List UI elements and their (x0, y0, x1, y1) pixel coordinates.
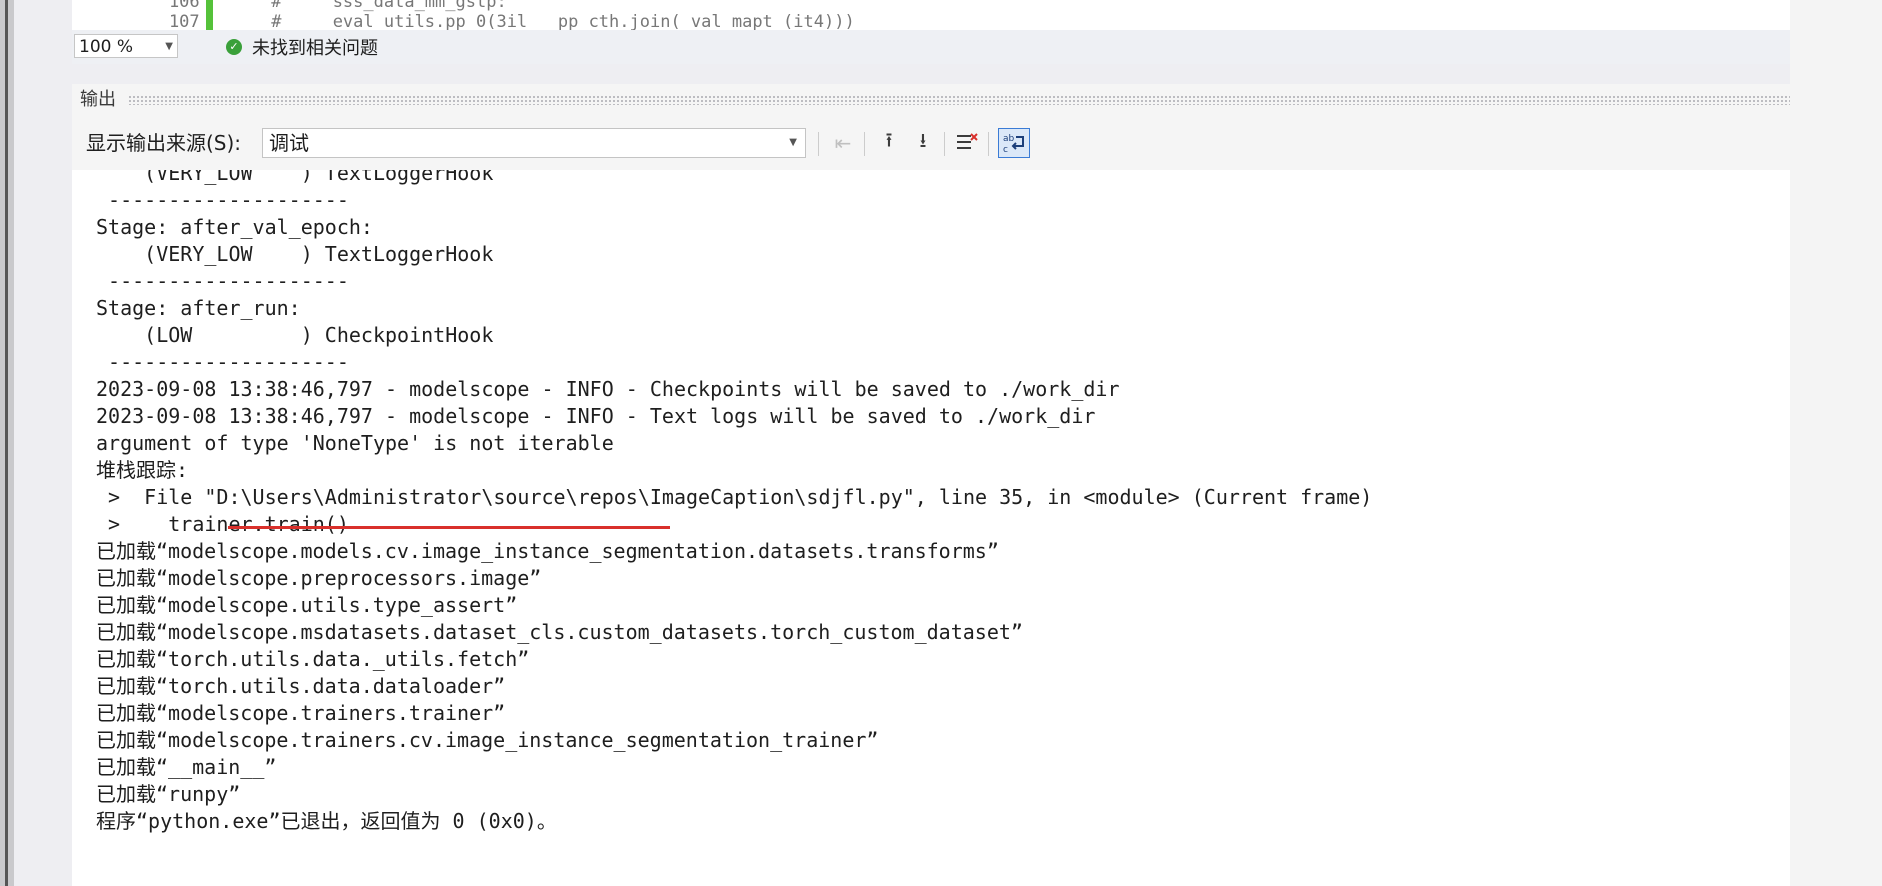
editor-status-bar: 100 % ▼ ✓ 未找到相关问题 (72, 30, 1790, 64)
visual-studio-window: 106 # sss_data_mm_gstp: 107 # eval_utils… (0, 0, 1790, 886)
output-line: 2023-09-08 13:38:46,797 - modelscope - I… (96, 404, 1096, 428)
output-toolbar: 显示输出来源(S): 调试 ▼ ⇤ ⭱ ⭳ ab c (72, 126, 1790, 160)
output-line: 已加载“torch.utils.data.dataloader” (96, 674, 506, 698)
panel-title: 输出 (80, 89, 116, 110)
chevron-down-icon: ▼ (789, 137, 797, 148)
output-line: 已加载“torch.utils.data._utils.fetch” (96, 647, 530, 671)
error-underline-annotation (228, 526, 670, 529)
panel-title-grip[interactable] (128, 95, 1790, 105)
page-background (1790, 0, 1882, 886)
toolbar-separator (944, 132, 945, 156)
toolbar-separator (864, 132, 865, 156)
output-line: -------------------- (96, 188, 349, 212)
toolbar-separator (988, 132, 989, 156)
output-line: (VERY_LOW ) TextLoggerHook (96, 170, 494, 185)
toggle-word-wrap-icon[interactable]: ab c (998, 128, 1030, 158)
output-line: 已加载“modelscope.msdatasets.dataset_cls.cu… (96, 620, 1023, 644)
output-line: argument of type 'NoneType' is not itera… (96, 431, 614, 455)
output-line: (VERY_LOW ) TextLoggerHook (96, 242, 494, 266)
code-editor[interactable]: 106 # sss_data_mm_gstp: 107 # eval_utils… (72, 0, 1790, 30)
zoom-dropdown[interactable]: 100 % ▼ (74, 34, 178, 58)
output-line: 已加载“__main__” (96, 755, 277, 779)
output-log: (VERY_LOW ) TextLoggerHook -------------… (96, 170, 1372, 835)
output-panel: 输出 显示输出来源(S): 调试 ▼ ⇤ ⭱ ⭳ ab c (VERY_LOW … (72, 84, 1790, 886)
output-text-area[interactable]: (VERY_LOW ) TextLoggerHook -------------… (72, 170, 1790, 886)
output-line: 已加载“modelscope.trainers.cv.image_instanc… (96, 728, 879, 752)
svg-text:ab: ab (1003, 134, 1015, 144)
chevron-down-icon: ▼ (165, 41, 173, 52)
output-line: (LOW ) CheckpointHook (96, 323, 494, 347)
go-to-next-icon[interactable]: ⭳ (910, 128, 936, 156)
output-line: -------------------- (96, 269, 349, 293)
window-left-edge (0, 0, 14, 886)
go-to-previous-icon[interactable]: ⭱ (876, 128, 902, 156)
output-line: > trainer.train() (96, 512, 349, 536)
svg-text:c: c (1003, 145, 1008, 154)
output-line: 已加载“modelscope.utils.type_assert” (96, 593, 518, 617)
output-line: Stage: after_run: (96, 296, 301, 320)
zoom-value: 100 % (79, 37, 134, 57)
output-line: 程序“python.exe”已退出，返回值为 0 (0x0)。 (96, 809, 557, 833)
check-circle-icon: ✓ (226, 39, 242, 55)
find-message-icon[interactable]: ⇤ (830, 130, 856, 156)
output-line: Stage: after_val_epoch: (96, 215, 373, 239)
output-line: 已加载“modelscope.preprocessors.image” (96, 566, 542, 590)
output-line: 2023-09-08 13:38:46,797 - modelscope - I… (96, 377, 1120, 401)
output-line: 已加载“modelscope.trainers.trainer” (96, 701, 506, 725)
editor-code-text: 106 # sss_data_mm_gstp: 107 # eval_utils… (168, 0, 855, 30)
output-line: 已加载“runpy” (96, 782, 241, 806)
output-line: 堆栈跟踪: (96, 458, 189, 482)
output-source-dropdown[interactable]: 调试 ▼ (262, 128, 806, 158)
output-line: > File "D:\Users\Administrator\source\re… (96, 485, 1373, 509)
toolbar-separator (818, 132, 819, 156)
clear-all-icon[interactable] (954, 130, 980, 156)
issues-text: 未找到相关问题 (252, 38, 378, 59)
output-line: 已加载“modelscope.models.cv.image_instance_… (96, 539, 999, 563)
source-value: 调试 (269, 131, 309, 155)
output-line: -------------------- (96, 350, 349, 374)
issues-indicator[interactable]: ✓ 未找到相关问题 (226, 36, 378, 59)
source-label: 显示输出来源(S): (86, 131, 242, 155)
